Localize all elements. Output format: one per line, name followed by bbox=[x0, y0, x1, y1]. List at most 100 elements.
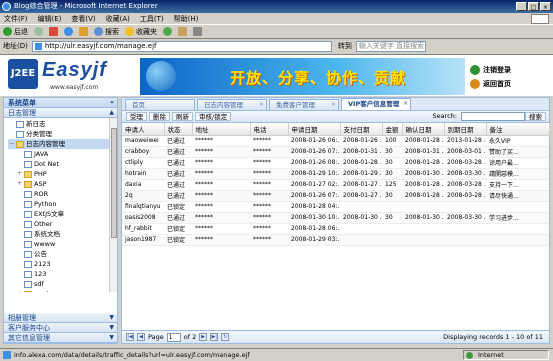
minimize-button[interactable]: _ bbox=[516, 2, 527, 11]
maximize-button[interactable]: □ bbox=[528, 2, 539, 11]
table-cell: 2008-03-01 ... bbox=[444, 146, 486, 158]
address-input[interactable]: http://ulr.easyjf.com/manage.ejf bbox=[31, 40, 332, 52]
tree-item[interactable]: + PHP bbox=[8, 169, 117, 179]
tree-item[interactable]: sdf bbox=[8, 279, 117, 289]
plus-toggle-icon[interactable]: + bbox=[16, 179, 23, 189]
table-row[interactable]: finalqtianyu 已锁定 ****** ****** 2008-01-28 04… bbox=[122, 201, 549, 213]
menu-file[interactable]: 文件(F) bbox=[4, 14, 28, 24]
table-row[interactable]: maoweiwei 已通过 ****** ****** 2008-01-26 06:..… bbox=[122, 135, 549, 147]
mail-button[interactable] bbox=[178, 27, 187, 36]
tab-vip-customers[interactable]: VIP客户信息管理 × bbox=[341, 98, 411, 110]
menu-tools[interactable]: 工具(T) bbox=[140, 14, 164, 24]
accordion-service[interactable]: 客户服务中心 ▼ bbox=[4, 323, 117, 333]
minus-toggle-icon[interactable]: − bbox=[8, 139, 15, 149]
accordion-album[interactable]: 相册管理 ▼ bbox=[4, 313, 117, 323]
accordion-blog[interactable]: 日志管理 ▲ bbox=[4, 108, 117, 118]
favorites-button[interactable]: 收藏夹 bbox=[125, 27, 157, 37]
menu-edit[interactable]: 编辑(E) bbox=[38, 14, 62, 24]
tree-scrollbar[interactable] bbox=[109, 118, 117, 292]
refresh-grid-button[interactable]: 刷新 bbox=[172, 112, 193, 121]
close-tab-icon[interactable]: × bbox=[259, 100, 264, 110]
tree-item[interactable]: wwww bbox=[8, 239, 117, 249]
tree-item[interactable]: Python bbox=[8, 199, 117, 209]
delete-button[interactable]: 删除 bbox=[149, 112, 170, 121]
home-link[interactable]: 返回首页 bbox=[470, 77, 511, 91]
tree-item[interactable]: + gugi bbox=[8, 289, 117, 292]
plus-toggle-icon[interactable]: + bbox=[16, 169, 23, 179]
column-header[interactable]: 支付日期 bbox=[340, 123, 383, 136]
close-tab-icon[interactable]: × bbox=[331, 100, 336, 110]
tree-item[interactable]: Dot Net bbox=[8, 159, 117, 169]
search-button[interactable]: 搜索 bbox=[94, 27, 119, 37]
logout-link[interactable]: 注销登录 bbox=[470, 63, 511, 77]
menu-view[interactable]: 查看(V) bbox=[71, 14, 95, 24]
tree-item[interactable]: 公告 bbox=[8, 249, 117, 259]
table-row[interactable]: crabboy 已通过 ****** ****** 2008-01-26 07:... 2… bbox=[122, 146, 549, 158]
tab-free-customers[interactable]: 免费客户管理 × bbox=[269, 99, 339, 110]
tree-item-label: 新日志 bbox=[26, 120, 46, 128]
tree-item[interactable]: ROR bbox=[8, 189, 117, 199]
print-button[interactable] bbox=[193, 27, 202, 36]
home-button[interactable] bbox=[79, 27, 88, 36]
stop-button[interactable] bbox=[49, 27, 58, 36]
column-header[interactable]: 到期日期 bbox=[444, 123, 487, 136]
tree-item[interactable]: + ASP bbox=[8, 179, 117, 189]
column-header[interactable]: 备注 bbox=[486, 123, 550, 136]
last-page-icon[interactable]: ▶| bbox=[210, 333, 219, 341]
tab-home[interactable]: 首页 bbox=[125, 99, 195, 110]
tree-item[interactable]: JAVA bbox=[8, 149, 117, 159]
column-header[interactable]: 申请日期 bbox=[288, 123, 341, 136]
column-header[interactable]: 申请人 bbox=[122, 123, 165, 136]
accordion-other[interactable]: 其它信息管理 ▼ bbox=[4, 333, 117, 343]
reload-icon[interactable]: ↻ bbox=[221, 333, 230, 341]
tree-scroll-thumb[interactable] bbox=[111, 128, 117, 238]
column-header[interactable]: 状态 bbox=[164, 123, 193, 136]
column-header[interactable]: 确认日期 bbox=[402, 123, 445, 136]
collapse-left-icon[interactable]: « bbox=[110, 98, 114, 108]
forward-button[interactable] bbox=[34, 27, 43, 36]
table-row[interactable]: jason1987 已锁定 ****** ****** 2008-01-29 03:..… bbox=[122, 234, 549, 246]
accept-button[interactable]: 受理 bbox=[126, 112, 147, 121]
table-cell bbox=[382, 223, 402, 235]
table-row[interactable]: oasis2008 已通过 ****** ****** 2008-01-30 10:..… bbox=[122, 212, 549, 224]
column-header[interactable]: 地址 bbox=[192, 123, 251, 136]
tree-item[interactable]: 新日志 bbox=[8, 119, 117, 129]
table-row[interactable]: 2q 已通过 ****** ****** 2008-01-26 07:... 2008-0… bbox=[122, 190, 549, 202]
menu-help[interactable]: 帮助(H) bbox=[174, 14, 199, 24]
prev-page-icon[interactable]: ◀ bbox=[137, 333, 145, 341]
grid-search-input[interactable] bbox=[461, 112, 525, 121]
refresh-button[interactable] bbox=[64, 27, 73, 36]
document-icon bbox=[24, 230, 32, 238]
tree-item[interactable]: 2123 bbox=[8, 259, 117, 269]
toolbar-search-input[interactable]: 输入关键字 直接搜索 bbox=[355, 40, 426, 52]
page-input[interactable]: 1 bbox=[166, 332, 181, 342]
table-cell bbox=[444, 234, 486, 246]
table-row[interactable]: hf_rabbit 已锁定 ****** ****** 2008-01-28 06:..… bbox=[122, 223, 549, 235]
tree-item[interactable]: − 日志内容管理 bbox=[8, 139, 117, 149]
history-button[interactable] bbox=[163, 27, 172, 36]
back-button[interactable]: 后退 bbox=[3, 27, 28, 37]
table-cell: 永久VIP bbox=[486, 135, 549, 147]
go-button[interactable]: 转到 bbox=[338, 41, 352, 51]
tree-item[interactable]: Other bbox=[8, 219, 117, 229]
tree-item[interactable]: 123 bbox=[8, 269, 117, 279]
table-row[interactable]: daxia 已通过 ****** ****** 2008-01-27 02:... 200… bbox=[122, 179, 549, 191]
table-row[interactable]: ctliply 已通过 ****** ****** 2008-01-26 08:... 2… bbox=[122, 157, 549, 169]
menu-favorites[interactable]: 收藏(A) bbox=[106, 14, 130, 24]
close-tab-icon[interactable]: × bbox=[403, 99, 408, 109]
tab-blog-content[interactable]: 日志内容管理 × bbox=[197, 99, 267, 110]
tree-item[interactable]: 系统文档 bbox=[8, 229, 117, 239]
close-button[interactable]: × bbox=[540, 2, 551, 11]
grid-search-button[interactable]: 搜索 bbox=[525, 112, 546, 121]
column-header[interactable]: 金额 bbox=[382, 123, 403, 136]
next-page-icon[interactable]: ▶ bbox=[199, 333, 208, 341]
search-icon bbox=[94, 27, 103, 36]
audit-lock-button[interactable]: 审核/锁定 bbox=[195, 112, 232, 121]
tree-item[interactable]: 分类管理 bbox=[8, 129, 117, 139]
site-logo[interactable]: J2EE Easyjf www.easyjf.com bbox=[8, 59, 133, 93]
first-page-icon[interactable]: |◀ bbox=[126, 333, 134, 341]
column-header[interactable]: 电话 bbox=[250, 123, 289, 136]
tree-item[interactable]: EXtJS文章 bbox=[8, 209, 117, 219]
table-row[interactable]: hotrain 已通过 ****** ****** 2008-01-29 10:... 2… bbox=[122, 168, 549, 180]
plus-toggle-icon[interactable]: + bbox=[16, 289, 23, 292]
